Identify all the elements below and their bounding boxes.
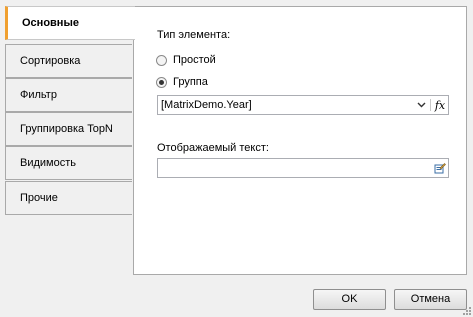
- radio-simple-label: Простой: [173, 54, 216, 66]
- cancel-button[interactable]: Отмена: [394, 289, 467, 310]
- resize-grip-icon[interactable]: [463, 307, 471, 315]
- ok-button-label: OK: [341, 293, 358, 305]
- display-text-label: Отображаемый текст:: [157, 142, 269, 154]
- tab-visibility[interactable]: Видимость: [5, 146, 132, 180]
- function-fx-icon[interactable]: fx: [432, 96, 448, 114]
- ok-button[interactable]: OK: [313, 289, 386, 310]
- radio-group-label: Группа: [173, 76, 208, 88]
- tab-filter[interactable]: Фильтр: [5, 78, 132, 112]
- tab-sorting[interactable]: Сортировка: [5, 44, 132, 78]
- combobox-separator: [430, 99, 431, 111]
- tab-filter-label: Фильтр: [20, 89, 57, 101]
- tab-main-label: Основные: [22, 17, 79, 29]
- tab-main[interactable]: Основные: [5, 6, 135, 40]
- radio-group[interactable]: Группа: [156, 76, 208, 88]
- radio-simple-indicator[interactable]: [156, 54, 167, 66]
- tab-sorting-label: Сортировка: [20, 55, 81, 67]
- edit-expression-icon[interactable]: [432, 159, 448, 177]
- group-expression-combobox[interactable]: [MatrixDemo.Year] fx: [157, 95, 449, 115]
- radio-group-indicator[interactable]: [156, 76, 167, 88]
- element-type-label: Тип элемента:: [157, 29, 231, 41]
- display-text-field[interactable]: [157, 158, 449, 178]
- group-expression-value: [MatrixDemo.Year]: [161, 99, 252, 111]
- tab-grouping-topn-label: Группировка TopN: [20, 123, 113, 135]
- tab-grouping-topn[interactable]: Группировка TopN: [5, 112, 132, 146]
- cancel-button-label: Отмена: [410, 293, 451, 305]
- tab-visibility-label: Видимость: [20, 157, 76, 169]
- fx-label: fx: [434, 98, 446, 112]
- tab-other-label: Прочие: [20, 192, 58, 204]
- tab-other[interactable]: Прочие: [5, 181, 132, 215]
- tab-content-panel: Тип элемента: Простой Группа [MatrixDemo…: [133, 6, 467, 275]
- radio-simple[interactable]: Простой: [156, 54, 216, 66]
- chevron-down-icon[interactable]: [414, 96, 428, 114]
